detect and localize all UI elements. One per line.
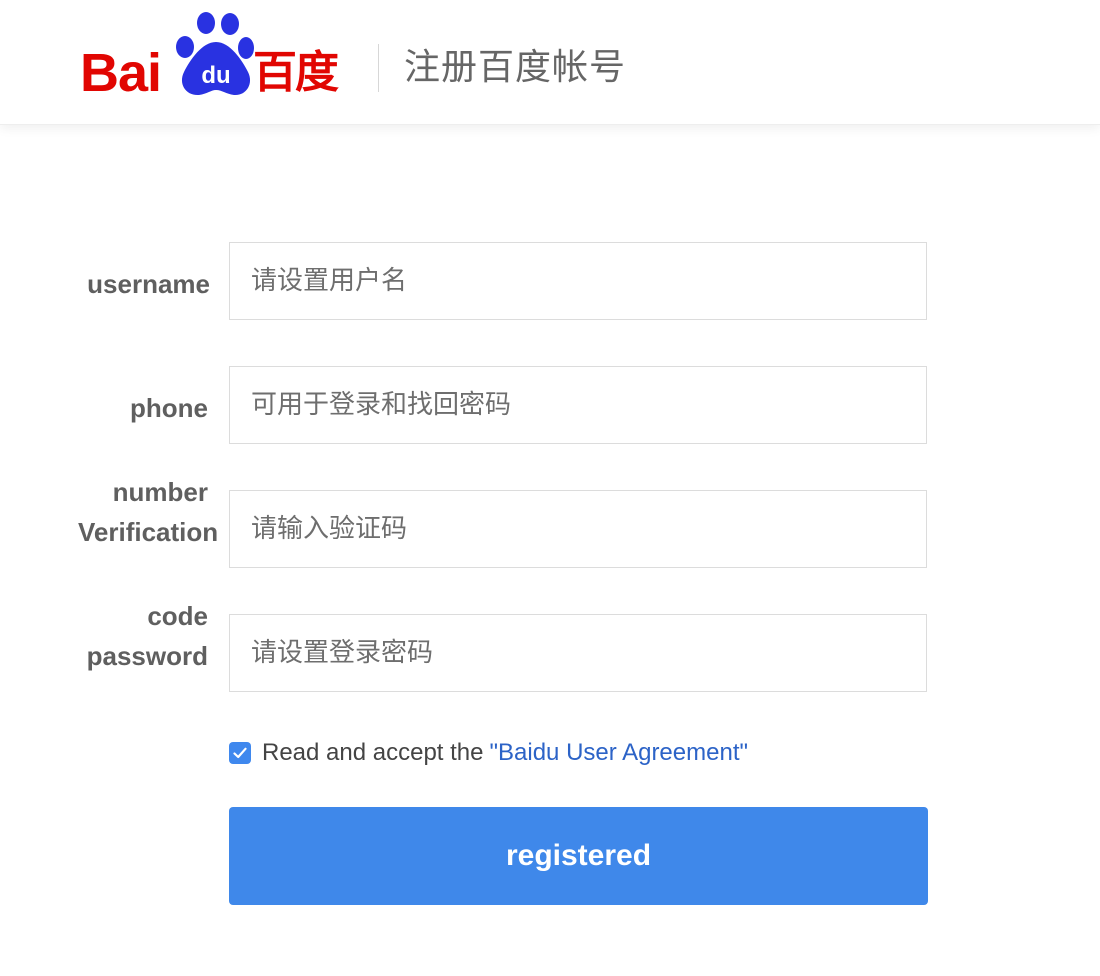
- username-input[interactable]: [230, 243, 926, 319]
- username-field-container: [229, 242, 927, 320]
- password-label-line1: code: [147, 601, 208, 631]
- header-divider: [378, 44, 379, 92]
- register-button[interactable]: registered: [229, 807, 928, 905]
- verification-label-line2: Verification: [78, 517, 219, 547]
- password-field-container: [229, 614, 927, 692]
- checkmark-icon: [233, 747, 247, 759]
- user-agreement-link[interactable]: "Baidu User Agreement": [490, 739, 749, 767]
- phone-input[interactable]: [230, 367, 926, 443]
- phone-field-container: [229, 366, 927, 444]
- verification-label-line1: number: [112, 477, 208, 507]
- agreement-text: Read and accept the: [262, 739, 484, 766]
- logo-paw-text: du: [201, 62, 230, 89]
- page-title: 注册百度帐号: [404, 47, 627, 88]
- logo-text-cn: 百度: [253, 47, 339, 98]
- logo-text-latin: Bai: [80, 43, 162, 103]
- password-label-line2: password: [86, 641, 208, 671]
- page-header: Bai du 百度 注册百度帐号: [0, 0, 1100, 125]
- password-input[interactable]: [230, 615, 926, 691]
- agreement-checkbox[interactable]: [229, 742, 251, 764]
- phone-label: phone: [130, 393, 208, 423]
- paw-icon: du: [176, 12, 254, 96]
- verification-field-container: [229, 490, 927, 568]
- agreement-row: Read and accept the "Baidu User Agreemen…: [229, 739, 749, 767]
- username-label: username: [87, 269, 210, 299]
- verification-code-input[interactable]: [230, 491, 926, 567]
- baidu-logo[interactable]: Bai du 百度: [80, 8, 355, 103]
